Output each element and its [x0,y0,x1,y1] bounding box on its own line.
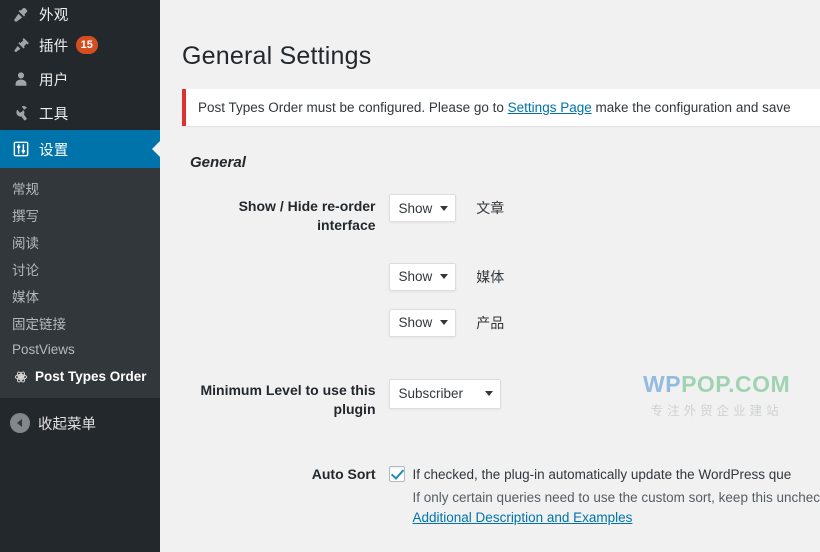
auto-sort-check-row: If checked, the plug-in automatically up… [388,465,820,485]
row-auto-sort: Auto Sort If checked, the plug-in automa… [182,435,820,535]
label-minimum-level: Minimum Level to use this plugin [200,381,376,417]
chevron-down-icon [440,205,449,211]
show-hide-select-products[interactable]: Show [388,308,457,337]
atom-icon [12,369,29,385]
submenu-item-reading[interactable]: 阅读 [0,228,160,255]
chevron-down-icon [484,391,493,397]
submenu-item-postviews[interactable]: PostViews [0,336,160,363]
collapse-menu-label: 收起菜单 [38,416,96,433]
show-hide-select-media-value: Show [398,269,433,285]
sidebar-item-users[interactable]: 用户 [0,62,160,96]
row-show-hide-interface: Show / Hide re-order interface Show 文章 [182,181,820,251]
row-minimum-level: Minimum Level to use this plugin Subscri… [182,343,820,435]
users-person-icon [10,69,32,89]
active-menu-arrow [152,140,160,158]
configuration-notice: Post Types Order must be configured. Ple… [182,89,820,126]
sidebar-label-settings: 设置 [39,142,69,159]
show-hide-select-media[interactable]: Show [388,262,457,291]
submenu-label-media: 媒体 [12,289,39,305]
sidebar-item-settings[interactable]: 设置 [0,130,160,168]
sidebar-item-tools[interactable]: 工具 [0,96,160,130]
show-hide-select-posts[interactable]: Show [388,194,457,222]
page-title: General Settings [182,42,372,70]
auto-sort-link-wrap: Additional Description and Examples [413,508,820,528]
main-content: General Settings Post Types Order must b… [160,0,820,552]
post-type-label-posts: 文章 [476,200,505,216]
submenu-item-general[interactable]: 常规 [0,174,160,201]
submenu-item-permalinks[interactable]: 固定链接 [0,309,160,336]
auto-sort-extra-lines: If only certain queries need to use the … [413,488,820,529]
submenu-item-writing[interactable]: 撰写 [0,201,160,228]
settings-sliders-icon [10,139,32,159]
chevron-down-icon [440,320,449,326]
submenu-item-discussion[interactable]: 讨论 [0,255,160,282]
submenu-item-post-types-order[interactable]: Post Types Order [0,363,160,390]
sidebar-item-appearance[interactable]: 外观 [0,0,160,28]
post-type-row-products: Show 产品 [388,308,505,337]
submenu-label-reading: 阅读 [12,235,39,251]
auto-sort-checkbox[interactable] [388,465,405,482]
show-hide-select-posts-value: Show [398,200,433,216]
additional-description-link[interactable]: Additional Description and Examples [413,510,633,525]
submenu-item-media[interactable]: 媒体 [0,282,160,309]
row-show-hide-products: Show 产品 [182,297,820,343]
tools-wrench-icon [10,103,32,123]
sidebar-item-plugins[interactable]: 插件 15 [0,28,160,62]
sidebar-main-menu: 外观 插件 15 用户 工具 设置 [0,0,160,168]
admin-sidebar: 外观 插件 15 用户 工具 设置 常规 撰写 阅读 讨论 媒体 固定链接 Po… [0,0,160,552]
settings-submenu: 常规 撰写 阅读 讨论 媒体 固定链接 PostViews Post Types… [0,168,160,398]
notice-text-before: Post Types Order must be configured. Ple… [198,100,508,115]
post-type-row-media: Show 媒体 [388,262,505,291]
submenu-label-post-types-order: Post Types Order [35,369,147,384]
sidebar-label-appearance: 外观 [39,8,69,24]
chevron-down-icon [440,274,449,280]
submenu-label-discussion: 讨论 [12,262,39,278]
sidebar-label-tools: 工具 [39,106,69,123]
appearance-brush-icon [10,5,32,25]
plugins-plug-icon [10,35,32,55]
post-type-row-posts: Show 文章 [388,194,505,222]
label-auto-sort: Auto Sort [311,465,376,482]
collapse-menu-button[interactable]: 收起菜单 [0,406,160,440]
submenu-label-permalinks: 固定链接 [12,316,66,332]
auto-sort-description-line1: If checked, the plug-in automatically up… [412,466,792,482]
sidebar-label-plugins: 插件 [39,38,69,55]
minimum-level-select-value: Subscriber [398,386,464,402]
wordpress-admin-screen: 外观 插件 15 用户 工具 设置 常规 撰写 阅读 讨论 媒体 固定链接 Po… [0,0,820,552]
submenu-label-general: 常规 [12,181,39,197]
submenu-label-postviews: PostViews [12,342,75,357]
label-show-hide-interface: Show / Hide re-order interface [238,198,376,233]
settings-page-link[interactable]: Settings Page [508,100,592,115]
section-heading-general: General [190,154,246,171]
show-hide-select-products-value: Show [398,315,433,331]
minimum-level-select[interactable]: Subscriber [388,378,501,409]
row-show-hide-media: Show 媒体 [182,251,820,297]
sidebar-label-users: 用户 [39,72,69,89]
notice-text-after: make the configuration and save [591,100,791,115]
plugins-update-badge: 15 [75,36,98,54]
general-settings-form: Show / Hide re-order interface Show 文章 S… [182,181,820,534]
collapse-arrow-icon [10,413,30,433]
post-type-label-media: 媒体 [476,268,505,285]
auto-sort-description-line2: If only certain queries need to use the … [412,489,820,505]
submenu-label-writing: 撰写 [12,208,39,224]
post-type-label-products: 产品 [476,314,505,331]
